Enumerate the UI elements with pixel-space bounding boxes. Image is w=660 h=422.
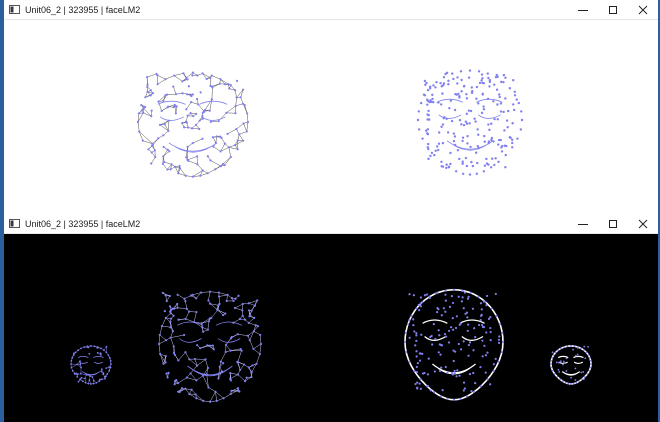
face-mesh-points — [416, 69, 524, 176]
app-icon — [9, 219, 20, 228]
maximize-button[interactable] — [598, 214, 628, 233]
maximize-icon — [609, 219, 617, 228]
face-mesh-wireframe — [157, 290, 263, 403]
face-mesh-small-left — [70, 345, 112, 385]
minimize-button[interactable] — [568, 214, 598, 233]
title-bar[interactable]: Unit06_2 | 323955 | faceLM2 — [4, 0, 658, 20]
face-mesh-wireframe — [136, 71, 250, 178]
app-icon — [9, 5, 20, 14]
window-title: Unit06_2 | 323955 | faceLM2 — [25, 4, 141, 15]
maximize-button[interactable] — [598, 0, 628, 19]
minimize-icon — [578, 9, 588, 11]
title-bar[interactable]: Unit06_2 | 323955 | faceLM2 — [4, 214, 658, 234]
window-bottom: Unit06_2 | 323955 | faceLM2 — [4, 214, 658, 422]
face-mesh-view — [70, 288, 592, 403]
minimize-button[interactable] — [568, 0, 598, 19]
close-button[interactable] — [628, 0, 658, 19]
window-top: Unit06_2 | 323955 | faceLM2 — [4, 0, 658, 214]
minimize-icon — [578, 223, 588, 225]
maximize-icon — [609, 5, 617, 14]
render-canvas[interactable] — [4, 234, 658, 422]
close-icon — [638, 219, 648, 228]
face-mesh-contour — [403, 288, 505, 401]
window-title: Unit06_2 | 323955 | faceLM2 — [25, 218, 141, 229]
face-mesh-small-right — [550, 345, 592, 385]
close-button[interactable] — [628, 214, 658, 233]
render-canvas[interactable] — [4, 20, 658, 214]
close-icon — [638, 5, 648, 14]
face-mesh-view — [136, 69, 524, 178]
